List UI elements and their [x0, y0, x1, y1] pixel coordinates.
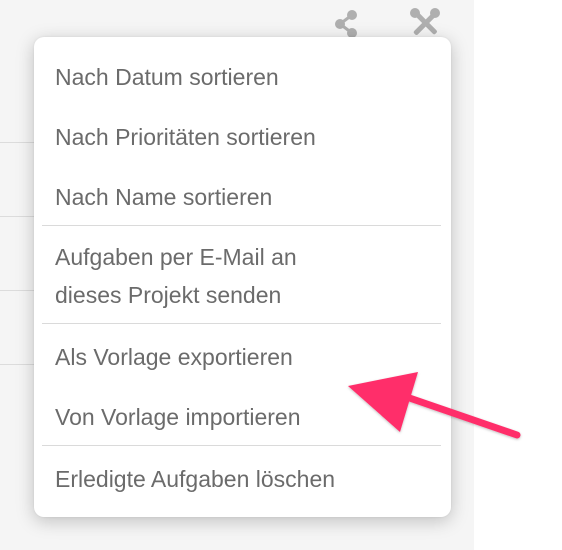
menu-item-email-tasks-line2[interactable]: dieses Projekt senden — [34, 280, 451, 310]
actions-dropdown-menu: Nach Datum sortieren Nach Prioritäten so… — [34, 37, 451, 517]
menu-divider — [42, 323, 441, 324]
menu-item-import-template[interactable]: Von Vorlage importieren — [34, 402, 451, 432]
menu-divider — [42, 445, 441, 446]
menu-item-delete-completed[interactable]: Erledigte Aufgaben löschen — [34, 464, 451, 494]
menu-item-sort-by-priority[interactable]: Nach Prioritäten sortieren — [34, 122, 451, 152]
menu-divider — [42, 225, 441, 226]
menu-item-sort-by-date[interactable]: Nach Datum sortieren — [34, 62, 451, 92]
background-margin — [474, 0, 562, 550]
menu-item-export-template[interactable]: Als Vorlage exportieren — [34, 342, 451, 372]
tools-icon[interactable] — [408, 6, 442, 40]
menu-item-sort-by-name[interactable]: Nach Name sortieren — [34, 182, 451, 212]
menu-item-email-tasks-line1[interactable]: Aufgaben per E-Mail an — [34, 242, 451, 272]
share-icon[interactable] — [330, 6, 364, 40]
